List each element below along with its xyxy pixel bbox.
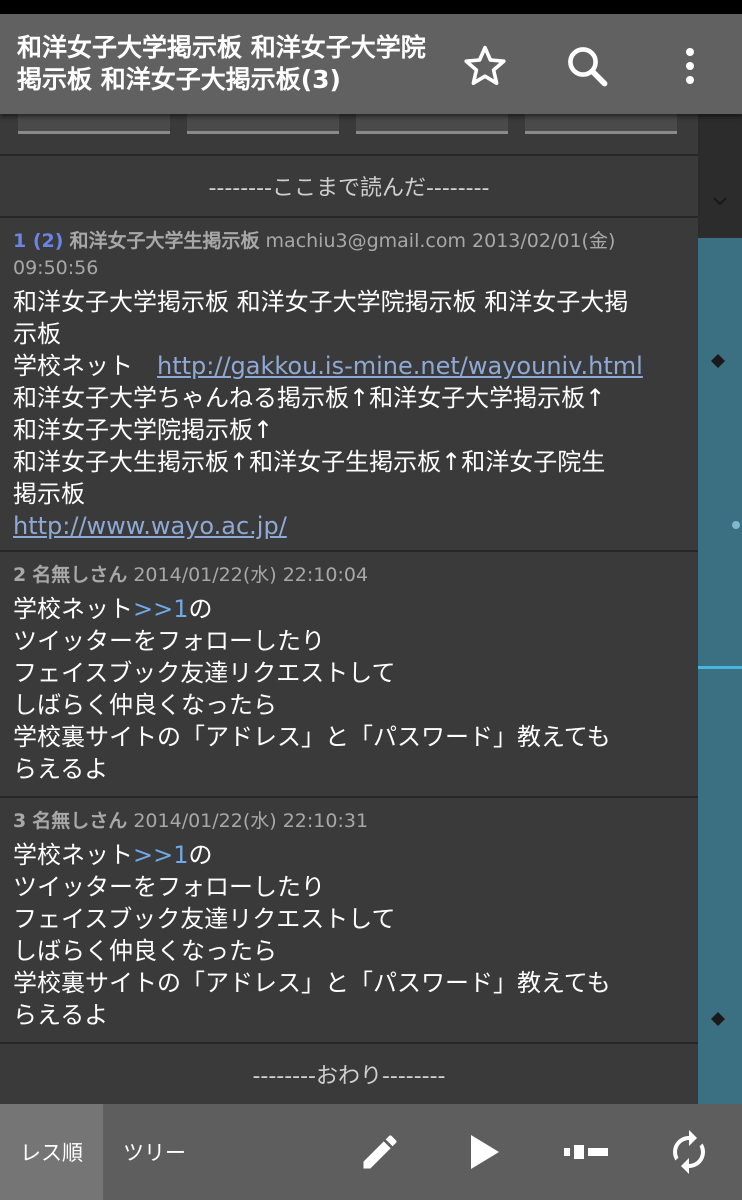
star-outline-icon[interactable] bbox=[457, 38, 513, 94]
post-text-line: 学校ネット>>1の bbox=[13, 839, 688, 871]
post-text-line: 学校ネット http://gakkou.is-mine.net/wayouniv… bbox=[13, 350, 688, 382]
post-body: 学校ネット>>1の ツイッターをフォローしたり フェイスブック友達リクエストして… bbox=[13, 839, 688, 1031]
post-number[interactable]: 1 (2) bbox=[13, 230, 63, 252]
post-text-line: 和洋女子大生掲示板↑和洋女子生掲示板↑和洋女子院生 bbox=[13, 448, 606, 476]
post-text-line: 和洋女子大学掲示板 和洋女子大学院掲示板 和洋女子大掲 bbox=[13, 288, 629, 316]
thread-content[interactable]: --------ここまで読んだ-------- 1 (2) 和洋女子大学生掲示板… bbox=[0, 114, 698, 1104]
post-text-line: 学校裏サイトの「アドレス」と「パスワード」教えても bbox=[13, 969, 611, 997]
post-header: 1 (2) 和洋女子大学生掲示板 machiu3@gmail.com 2013/… bbox=[13, 228, 688, 282]
post-body: 和洋女子大学掲示板 和洋女子大学院掲示板 和洋女子大掲 示板 学校ネット htt… bbox=[13, 286, 688, 542]
post-3[interactable]: 3 名無しさん 2014/01/22(水) 22:10:31 学校ネット>>1の… bbox=[0, 798, 698, 1044]
post-text-line: らえるよ bbox=[13, 755, 109, 783]
post-number[interactable]: 3 bbox=[13, 810, 26, 832]
post-time: 09:50:56 bbox=[13, 257, 99, 279]
poster-name: 名無しさん bbox=[32, 564, 128, 586]
post-number[interactable]: 2 bbox=[13, 564, 26, 586]
post-header: 3 名無しさん 2014/01/22(水) 22:10:31 bbox=[13, 808, 688, 835]
post-text-line: http://www.wayo.ac.jp/ bbox=[13, 510, 688, 542]
previous-posts-strip bbox=[0, 114, 698, 156]
post-date: 2014/01/22(水) 22:10:31 bbox=[133, 810, 369, 832]
post-text: の bbox=[188, 595, 213, 623]
strip-tile bbox=[356, 114, 508, 134]
reply-anchor-link[interactable]: >>1 bbox=[133, 841, 189, 869]
scroll-position-indicator[interactable] bbox=[698, 666, 742, 669]
reply-anchor-link[interactable]: >>1 bbox=[133, 595, 189, 623]
post-2[interactable]: 2 名無しさん 2014/01/22(水) 22:10:04 学校ネット>>1の… bbox=[0, 552, 698, 798]
poster-mail: machiu3@gmail.com bbox=[265, 230, 466, 252]
status-bar bbox=[0, 0, 742, 14]
post-text-line: しばらく仲良くなったら bbox=[13, 691, 277, 719]
post-text-line: 掲示板 bbox=[13, 480, 85, 508]
search-icon[interactable] bbox=[559, 38, 615, 94]
post-text-line: 学校裏サイトの「アドレス」と「パスワード」教えても bbox=[13, 723, 611, 751]
more-vert-icon[interactable] bbox=[662, 38, 718, 94]
post-text-line: 示板 bbox=[13, 320, 61, 348]
scrollbar[interactable] bbox=[698, 114, 742, 1104]
play-icon[interactable] bbox=[455, 1124, 511, 1180]
post-text-line: ツイッターをフォローしたり bbox=[13, 627, 325, 655]
chevron-down-icon[interactable] bbox=[710, 194, 730, 208]
seekbar-icon[interactable] bbox=[558, 1124, 614, 1180]
post-text-line: フェイスブック友達リクエストして bbox=[13, 659, 396, 687]
post-text-line: らえるよ bbox=[13, 1001, 109, 1029]
app-bar: 和洋女子大学掲示板 和洋女子大学院掲示板 和洋女子大掲示板(3) bbox=[0, 14, 742, 114]
post-text: 学校ネット bbox=[13, 841, 133, 869]
post-body: 学校ネット>>1の ツイッターをフォローしたり フェイスブック友達リクエストして… bbox=[13, 593, 688, 785]
refresh-icon[interactable] bbox=[661, 1124, 717, 1180]
strip-tile bbox=[525, 114, 677, 134]
post-1[interactable]: 1 (2) 和洋女子大学生掲示板 machiu3@gmail.com 2013/… bbox=[0, 218, 698, 552]
scroll-dot-icon bbox=[732, 521, 740, 529]
bookmark-diamond-icon bbox=[711, 354, 725, 368]
strip-tile bbox=[18, 114, 170, 134]
post-text-line: 学校ネット>>1の bbox=[13, 593, 688, 625]
post-date: 2014/01/22(水) 22:10:04 bbox=[133, 564, 369, 586]
bottom-toolbar: レス順 ツリー bbox=[0, 1104, 742, 1200]
post-text-line: ツイッターをフォローしたり bbox=[13, 873, 325, 901]
pencil-icon[interactable] bbox=[352, 1124, 408, 1180]
end-marker: --------おわり-------- bbox=[252, 1064, 446, 1089]
post-text-line: 和洋女子大学院掲示板↑ bbox=[13, 416, 274, 444]
post-date: 2013/02/01(金) bbox=[472, 230, 616, 252]
post-text-line: しばらく仲良くなったら bbox=[13, 937, 277, 965]
tab-tree[interactable]: ツリー bbox=[103, 1104, 206, 1200]
tab-response-order[interactable]: レス順 bbox=[0, 1104, 103, 1200]
bookmark-diamond-icon bbox=[711, 1012, 725, 1026]
read-until-marker: --------ここまで読んだ-------- bbox=[0, 156, 698, 218]
post-text: 学校ネット bbox=[13, 595, 133, 623]
poster-name: 名無しさん bbox=[32, 810, 128, 832]
thread-title: 和洋女子大学掲示板 和洋女子大学院掲示板 和洋女子大掲示板(3) bbox=[17, 33, 426, 94]
strip-tile bbox=[187, 114, 339, 134]
post-header: 2 名無しさん 2014/01/22(水) 22:10:04 bbox=[13, 562, 688, 589]
post-text: 学校ネット bbox=[13, 352, 157, 380]
post-text-line: 和洋女子大学ちゃんねる掲示板↑和洋女子大学掲示板↑ bbox=[13, 384, 606, 412]
url-link[interactable]: http://www.wayo.ac.jp/ bbox=[13, 512, 287, 540]
poster-name: 和洋女子大学生掲示板 bbox=[69, 230, 260, 252]
post-text: の bbox=[188, 841, 213, 869]
post-text-line: フェイスブック友達リクエストして bbox=[13, 905, 396, 933]
url-link[interactable]: http://gakkou.is-mine.net/wayouniv.html bbox=[157, 352, 643, 380]
